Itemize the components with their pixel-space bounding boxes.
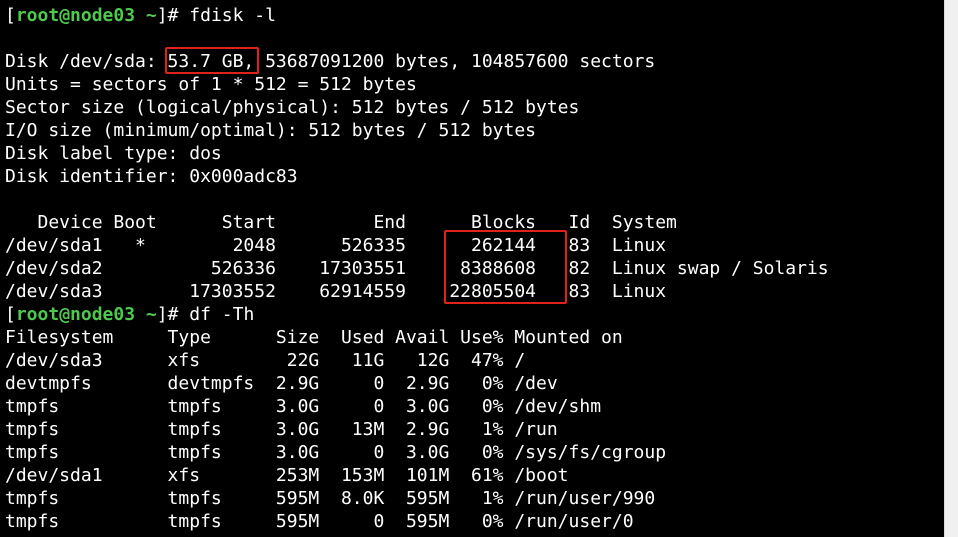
output-line: Filesystem Type Size Used Avail Use% Mou…	[5, 327, 623, 348]
output-line: Units = sectors of 1 * 512 = 512 bytes	[5, 74, 417, 95]
highlight-box-disk-size	[165, 47, 259, 74]
output-line: Disk identifier: 0x000adc83	[5, 166, 298, 187]
output-line: tmpfs tmpfs 595M 0 595M 0% /run/user/0	[5, 511, 634, 532]
prompt-bracket: [	[5, 5, 16, 26]
output-line: tmpfs tmpfs 595M 8.0K 595M 1% /run/user/…	[5, 488, 656, 509]
scrollbar[interactable]	[944, 0, 958, 537]
output-line: devtmpfs devtmpfs 2.9G 0 2.9G 0% /dev	[5, 373, 558, 394]
highlight-box-blocks-column	[444, 230, 567, 304]
output-line: /dev/sda1 * 2048 526335 262144 83 Linux	[5, 235, 667, 256]
prompt-line: [root@node03 ~]# df -Th	[5, 303, 829, 326]
prompt-user: root@node03	[15, 304, 136, 325]
output-line: Disk /dev/sda: 53.7 GB, 53687091200 byte…	[5, 51, 656, 72]
prompt-command: df -Th	[178, 304, 255, 325]
prompt-line: [root@node03 ~]# fdisk -l	[5, 4, 829, 27]
output-line: tmpfs tmpfs 3.0G 0 3.0G 0% /dev/shm	[5, 396, 602, 417]
output-line: Disk label type: dos	[5, 143, 222, 164]
output-line: /dev/sda2 526336 17303551 8388608 82 Lin…	[5, 258, 829, 279]
prompt-path: ~	[145, 5, 157, 26]
prompt-symbol: ]#	[156, 5, 179, 26]
prompt-path: ~	[145, 304, 157, 325]
prompt-user: root@node03	[15, 5, 136, 26]
output-line: tmpfs tmpfs 3.0G 0 3.0G 0% /sys/fs/cgrou…	[5, 442, 667, 463]
output-line: Sector size (logical/physical): 512 byte…	[5, 97, 580, 118]
output-line: /dev/sda3 17303552 62914559 22805504 83 …	[5, 281, 667, 302]
output-line: I/O size (minimum/optimal): 512 bytes / …	[5, 120, 537, 141]
output-line: tmpfs tmpfs 3.0G 13M 2.9G 1% /run	[5, 419, 558, 440]
prompt-bracket: [	[5, 304, 16, 325]
terminal-window[interactable]: [root@node03 ~]# fdisk -l Disk /dev/sda: …	[0, 0, 958, 537]
terminal-output: [root@node03 ~]# fdisk -l Disk /dev/sda: …	[5, 4, 829, 533]
output-line: /dev/sda1 xfs 253M 153M 101M 61% /boot	[5, 465, 569, 486]
prompt-symbol: ]#	[156, 304, 179, 325]
output-line: Device Boot Start End Blocks Id System	[5, 212, 677, 233]
output-line: /dev/sda3 xfs 22G 11G 12G 47% /	[5, 350, 526, 371]
prompt-command: fdisk -l	[178, 5, 276, 26]
